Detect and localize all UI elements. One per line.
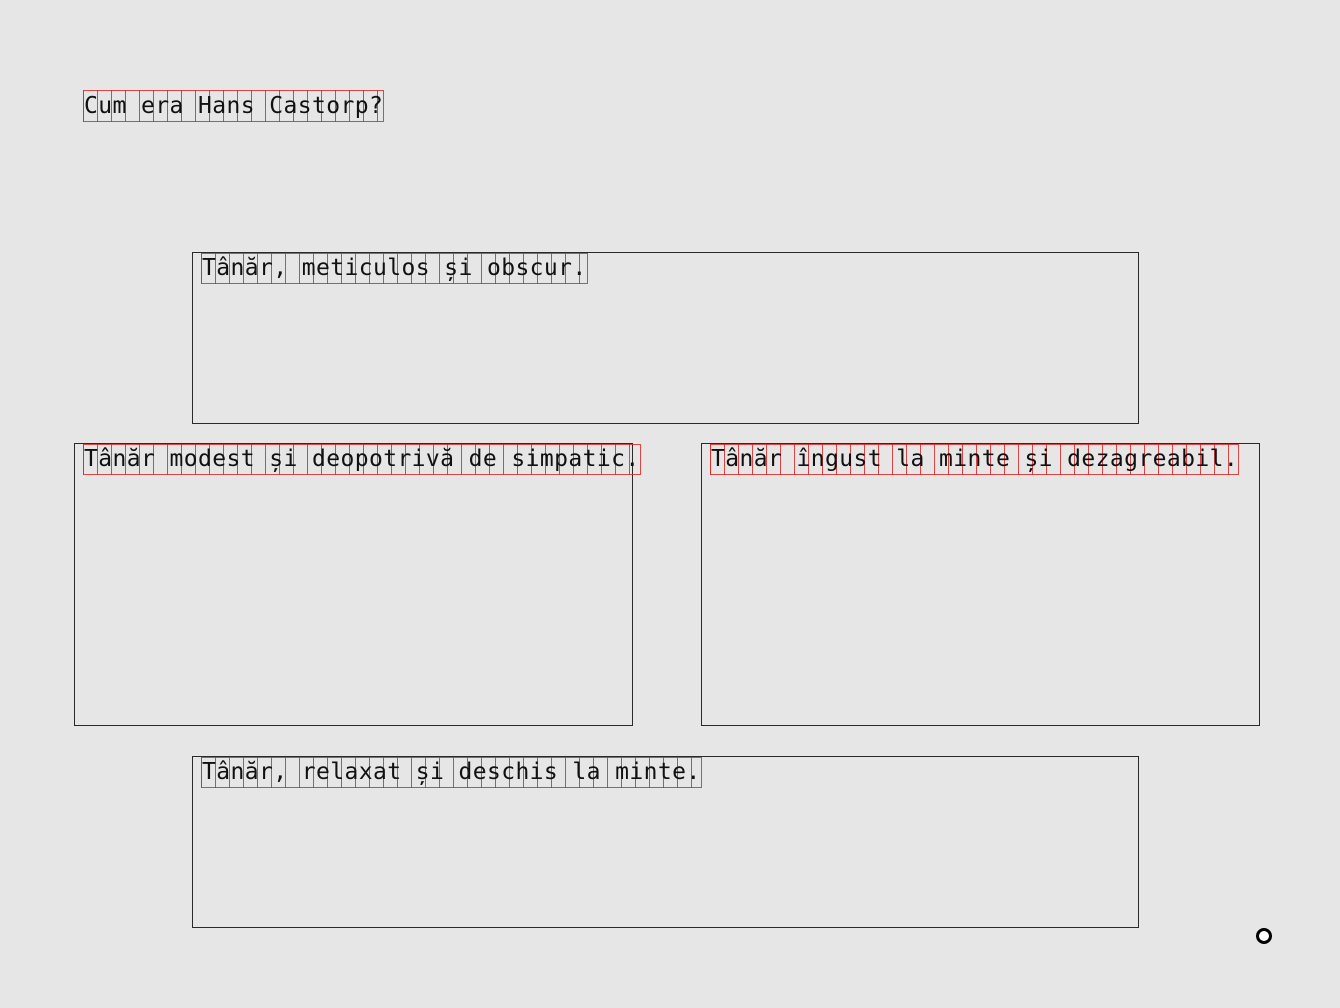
quiz-screen: Cum era Hans Castorp? Tânăr, meticulos ș…	[0, 0, 1340, 1008]
answer-option-1-label: Tânăr, meticulos și obscur.	[201, 253, 588, 284]
ring-cursor-icon	[1256, 928, 1272, 944]
answer-option-2-label: Tânăr modest și deopotrivă de simpatic.	[83, 444, 641, 475]
answer-option-2[interactable]: Tânăr modest și deopotrivă de simpatic.	[74, 443, 641, 726]
answer-option-3-label: Tânăr îngust la minte și dezagreabil.	[710, 444, 1240, 475]
question-title: Cum era Hans Castorp?	[83, 90, 385, 122]
answer-option-4[interactable]: Tânăr, relaxat și deschis la minte.	[192, 756, 1139, 928]
answer-option-1[interactable]: Tânăr, meticulos și obscur.	[192, 252, 1139, 424]
answer-option-4-label: Tânăr, relaxat și deschis la minte.	[201, 757, 702, 788]
question-text: Cum era Hans Castorp?	[83, 90, 385, 122]
answer-option-3[interactable]: Tânăr îngust la minte și dezagreabil.	[701, 443, 1260, 726]
